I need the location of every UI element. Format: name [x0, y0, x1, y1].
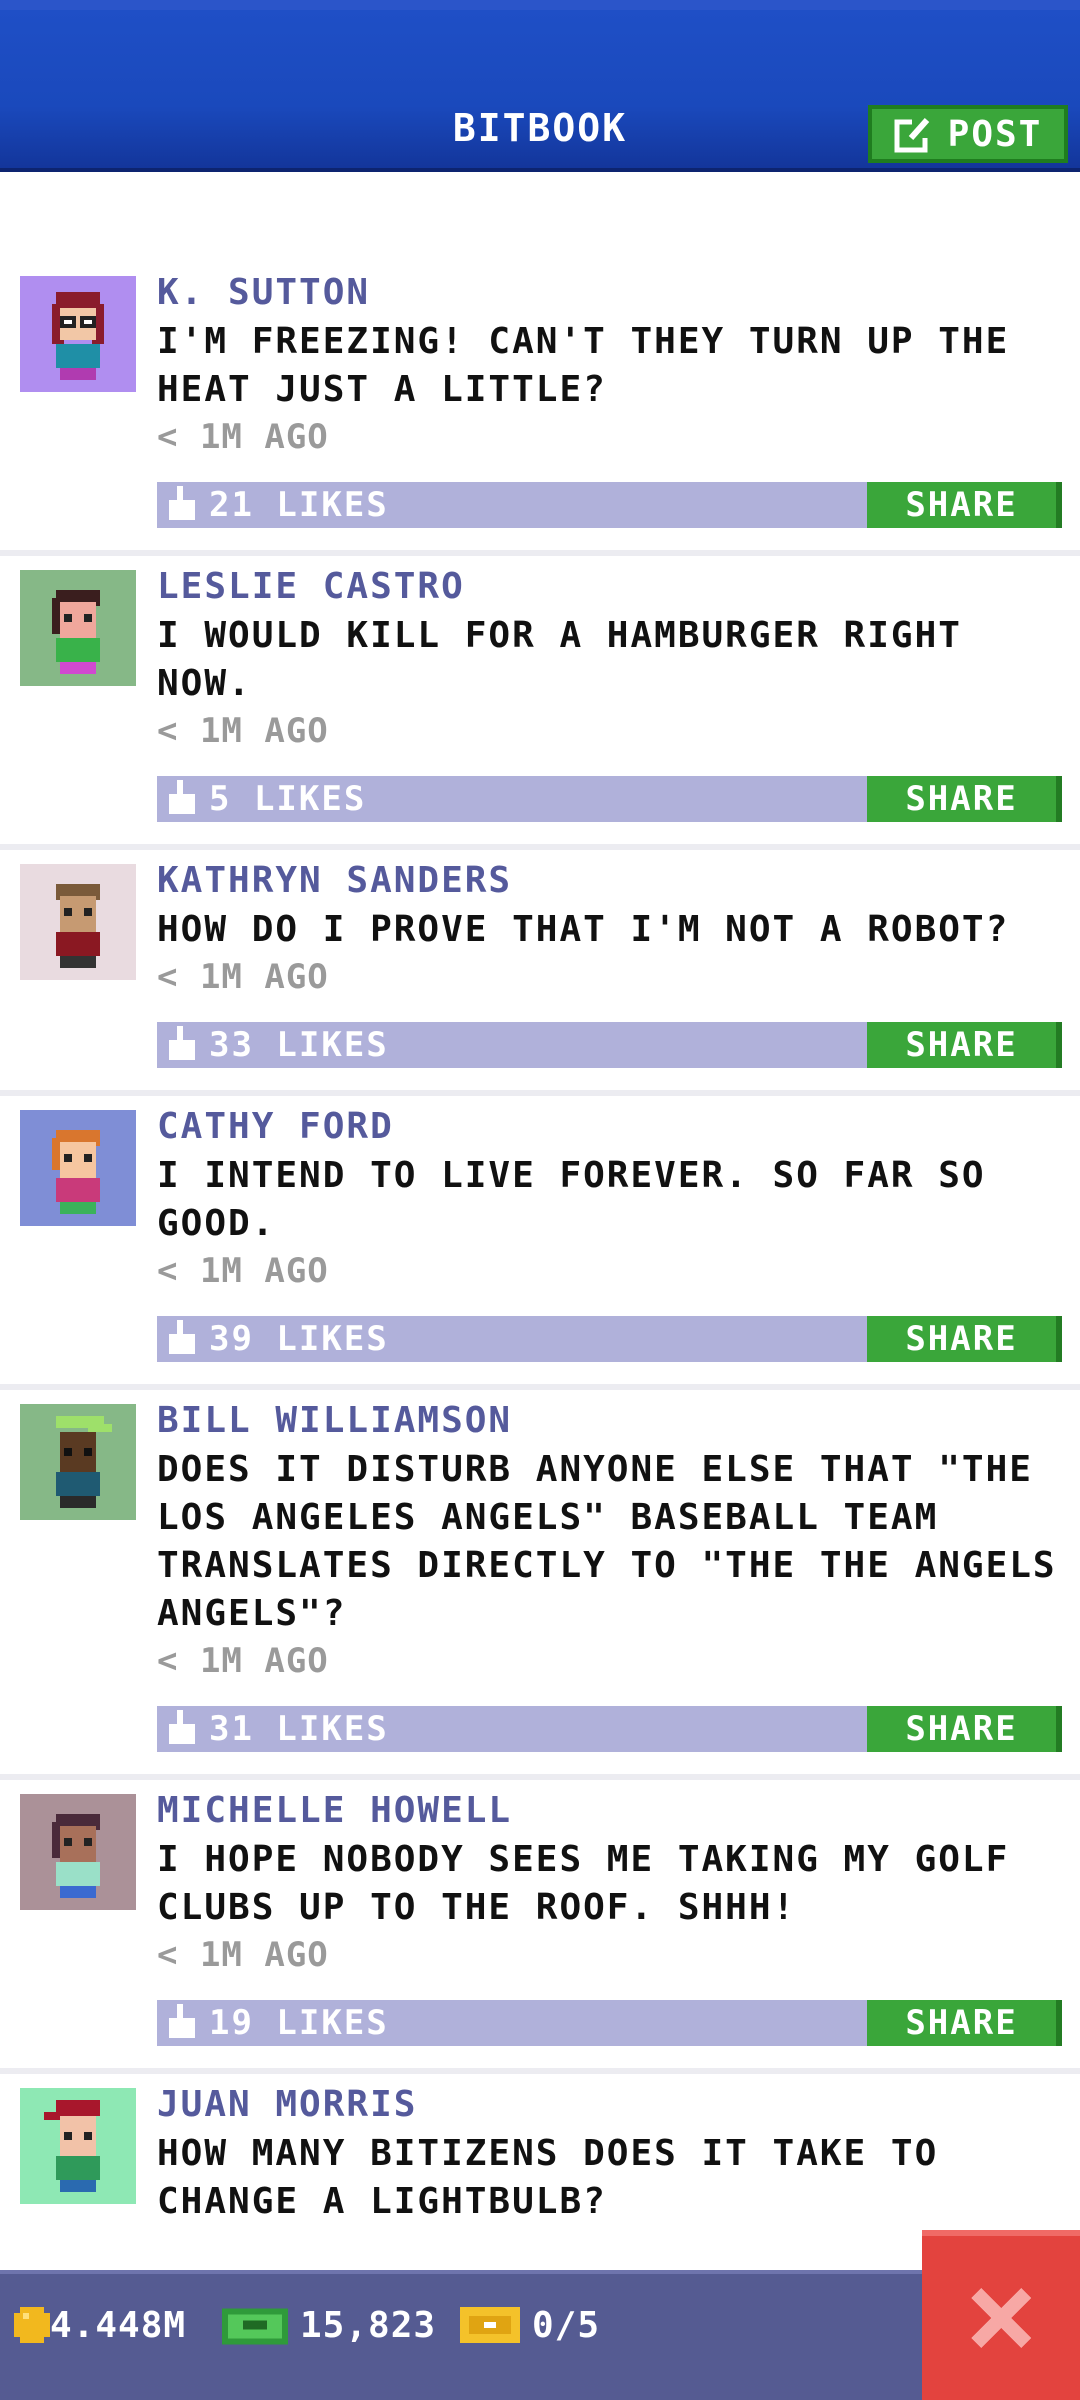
post-message: I'M FREEZING! CAN'T THEY TURN UP THE HEA…: [157, 321, 1033, 410]
post-button-label: POST: [947, 113, 1043, 155]
ticket-icon: [460, 2307, 520, 2343]
post-button[interactable]: POST: [868, 105, 1068, 163]
coin-icon: [14, 2307, 50, 2343]
avatar[interactable]: [20, 2088, 136, 2204]
share-button[interactable]: SHARE: [867, 1022, 1062, 1068]
feed-post: CATHY FORD I INTEND TO LIVE FOREVER. SO …: [0, 1090, 1080, 1384]
feed-list[interactable]: K. SUTTON I'M FREEZING! CAN'T THEY TURN …: [0, 262, 1080, 2370]
close-icon: [971, 2288, 1031, 2348]
post-message: I INTEND TO LIVE FOREVER. SO FAR SO GOOD…: [157, 1155, 1010, 1244]
coins-stat: 4.448M: [14, 2300, 186, 2350]
post-author[interactable]: K. SUTTON: [157, 270, 1060, 316]
bux-stat: 15,823: [222, 2300, 436, 2350]
likes-bar: 33 LIKES SHARE: [157, 1022, 1062, 1068]
post-author[interactable]: KATHRYN SANDERS: [157, 858, 1060, 904]
likes-count: 31 LIKES: [209, 1709, 389, 1749]
likes-bar: 5 LIKES SHARE: [157, 776, 1062, 822]
status-bar: 4.448M 15,823 0/5: [0, 2270, 1080, 2400]
post-author[interactable]: BILL WILLIAMSON: [157, 1398, 1060, 1444]
feed-post: MICHELLE HOWELL I HOPE NOBODY SEES ME TA…: [0, 1774, 1080, 2068]
thumbs-up-icon[interactable]: [167, 2004, 197, 2040]
likes-count: 39 LIKES: [209, 1319, 389, 1359]
share-button[interactable]: SHARE: [867, 1316, 1062, 1362]
feed-post: BILL WILLIAMSON DOES IT DISTURB ANYONE E…: [0, 1384, 1080, 1774]
thumbs-up-icon[interactable]: [167, 486, 197, 522]
header-bar: BITBOOK POST: [0, 0, 1080, 170]
avatar[interactable]: [20, 1404, 136, 1520]
avatar[interactable]: [20, 1794, 136, 1910]
header-divider: [0, 168, 1080, 172]
likes-bar: 39 LIKES SHARE: [157, 1316, 1062, 1362]
post-time: < 1M AGO: [157, 417, 329, 457]
likes-count: 5 LIKES: [209, 779, 367, 819]
avatar[interactable]: [20, 1110, 136, 1226]
post-author[interactable]: LESLIE CASTRO: [157, 564, 1060, 610]
tickets-value: 0/5: [532, 2304, 601, 2346]
tickets-stat: 0/5: [460, 2300, 600, 2350]
likes-count: 33 LIKES: [209, 1025, 389, 1065]
likes-bar: 21 LIKES SHARE: [157, 482, 1062, 528]
thumbs-up-icon[interactable]: [167, 780, 197, 816]
feed-post: KATHRYN SANDERS HOW DO I PROVE THAT I'M …: [0, 844, 1080, 1090]
feed-post: K. SUTTON I'M FREEZING! CAN'T THEY TURN …: [0, 262, 1080, 550]
likes-count: 19 LIKES: [209, 2003, 389, 2043]
share-button[interactable]: SHARE: [867, 1706, 1062, 1752]
coins-value: 4.448M: [50, 2304, 187, 2346]
post-message: I HOPE NOBODY SEES ME TAKING MY GOLF CLU…: [157, 1839, 1033, 1928]
share-button[interactable]: SHARE: [867, 482, 1062, 528]
likes-bar: 19 LIKES SHARE: [157, 2000, 1062, 2046]
thumbs-up-icon[interactable]: [167, 1320, 197, 1356]
post-message: I WOULD KILL FOR A HAMBURGER RIGHT NOW.: [157, 615, 986, 704]
post-author[interactable]: CATHY FORD: [157, 1104, 1060, 1150]
post-author[interactable]: JUAN MORRIS: [157, 2082, 1060, 2128]
avatar[interactable]: [20, 276, 136, 392]
avatar[interactable]: [20, 864, 136, 980]
post-time: < 1M AGO: [157, 711, 329, 751]
likes-bar: 31 LIKES SHARE: [157, 1706, 1062, 1752]
likes-count: 21 LIKES: [209, 485, 389, 525]
thumbs-up-icon[interactable]: [167, 1026, 197, 1062]
bux-icon: [222, 2308, 288, 2345]
avatar[interactable]: [20, 570, 136, 686]
share-button[interactable]: SHARE: [867, 776, 1062, 822]
thumbs-up-icon[interactable]: [167, 1710, 197, 1746]
post-message: HOW DO I PROVE THAT I'M NOT A ROBOT?: [157, 909, 1010, 950]
post-time: < 1M AGO: [157, 957, 329, 997]
bux-value: 15,823: [300, 2304, 437, 2346]
post-time: < 1M AGO: [157, 1641, 329, 1681]
close-button[interactable]: [922, 2230, 1080, 2400]
feed-post: LESLIE CASTRO I WOULD KILL FOR A HAMBURG…: [0, 550, 1080, 844]
share-button[interactable]: SHARE: [867, 2000, 1062, 2046]
post-time: < 1M AGO: [157, 1935, 329, 1975]
compose-icon: [894, 118, 930, 153]
post-message: DOES IT DISTURB ANYONE ELSE THAT "THE LO…: [157, 1449, 1080, 1634]
post-time: < 1M AGO: [157, 1251, 329, 1291]
post-author[interactable]: MICHELLE HOWELL: [157, 1788, 1060, 1834]
